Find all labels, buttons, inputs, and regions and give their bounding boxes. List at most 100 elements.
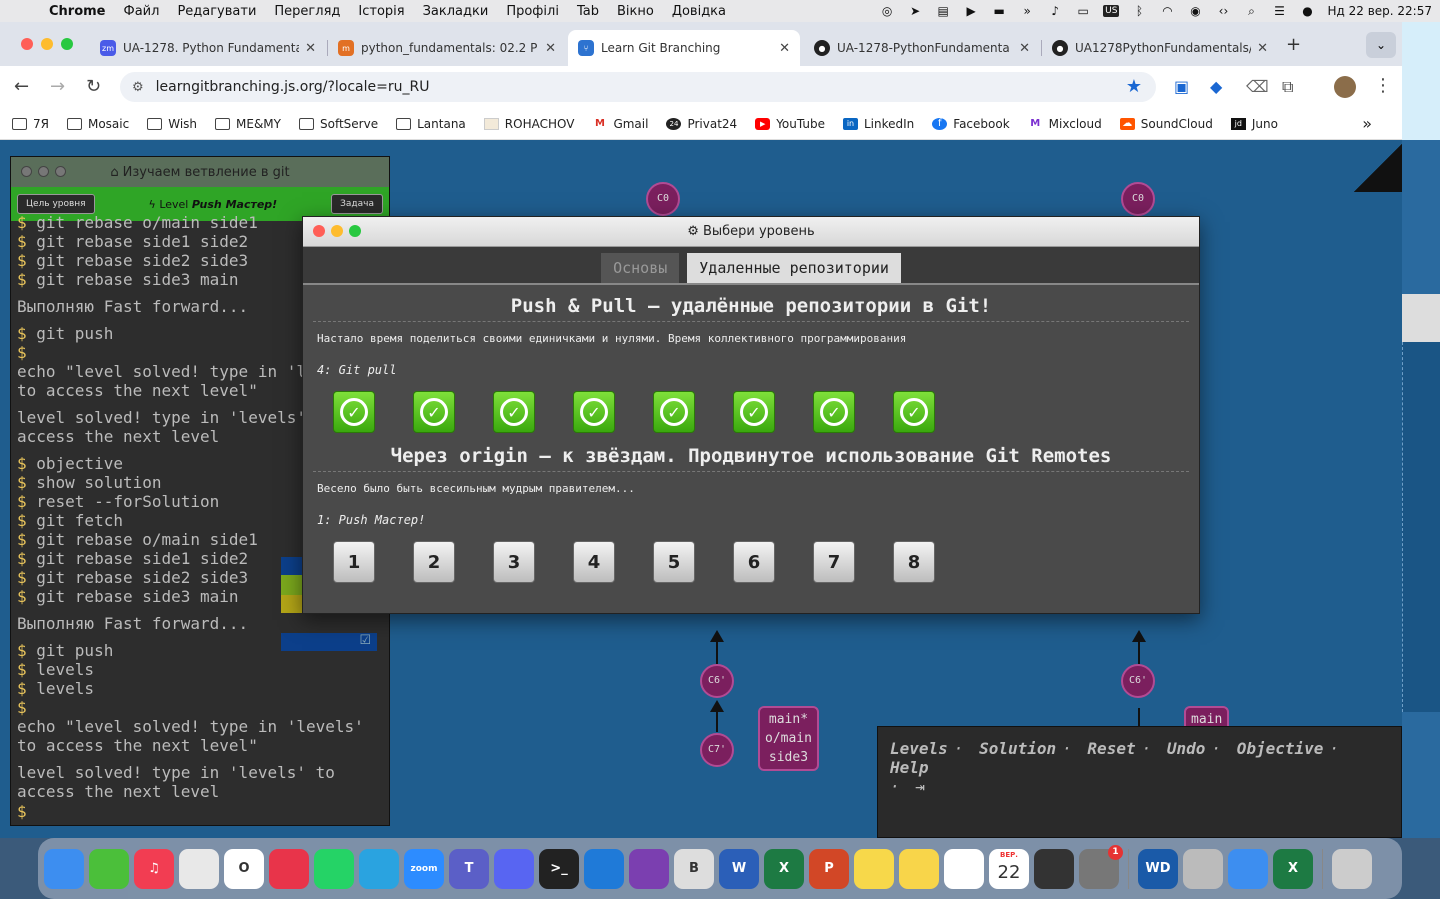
menu-tab[interactable]: Tab	[568, 4, 608, 19]
eraser-extension-icon[interactable]: ⌫	[1246, 77, 1269, 96]
github-corner-ribbon[interactable]	[1354, 144, 1402, 192]
mail-icon[interactable]	[1228, 848, 1268, 889]
tab-github-2[interactable]: ● UA1278PythonFundamentals/ ✕	[1042, 30, 1278, 66]
tab-zoom[interactable]: zm UA-1278. Python Fundamenta ✕	[90, 30, 326, 66]
chrome-icon[interactable]	[179, 848, 219, 889]
translate-extension-icon[interactable]: ▣	[1174, 77, 1189, 96]
bbedit-icon[interactable]: B	[674, 848, 714, 889]
tab-learn-git-branching[interactable]: ⑂ Learn Git Branching ✕	[568, 30, 800, 66]
close-tab-icon[interactable]: ✕	[779, 41, 790, 56]
profile-avatar[interactable]	[1334, 76, 1356, 98]
bookmark-privat24[interactable]: 24 Privat24	[666, 117, 737, 131]
finder-icon[interactable]	[44, 848, 84, 889]
exit-icon[interactable]: ⇥	[915, 777, 925, 796]
bookmark-youtube[interactable]: ▶ YouTube	[755, 117, 825, 131]
modal-close-button[interactable]	[313, 225, 325, 237]
terminal-icon[interactable]: >_	[539, 848, 579, 889]
bookmark-facebook[interactable]: f Facebook	[932, 117, 1010, 131]
discord-icon[interactable]	[494, 848, 534, 889]
bookmark-juno[interactable]: jd Juno	[1230, 117, 1278, 131]
bookmark-rohachov[interactable]: ROHACHOV	[483, 117, 574, 131]
close-window-button[interactable]	[21, 38, 33, 50]
bookmark-linkedin[interactable]: in LinkedIn	[842, 117, 914, 131]
trash-icon[interactable]	[1332, 848, 1372, 889]
bookmark-softserve[interactable]: SoftServe	[299, 117, 378, 131]
close-tab-icon[interactable]: ✕	[305, 41, 316, 56]
forward-icon[interactable]: »	[1019, 4, 1035, 18]
level-completed-button[interactable]: ✓	[493, 391, 535, 433]
reload-icon[interactable]: ↻	[86, 76, 101, 97]
diamond-extension-icon[interactable]: ◆	[1210, 77, 1222, 96]
calculator-icon[interactable]	[1034, 848, 1074, 889]
level-button[interactable]: 3	[493, 541, 535, 583]
stickies-icon[interactable]	[854, 848, 894, 889]
level-completed-button[interactable]: ✓	[573, 391, 615, 433]
wifi-icon[interactable]: ◠	[1159, 4, 1175, 18]
bookmark-mosaic[interactable]: Mosaic	[66, 117, 129, 131]
level-completed-button[interactable]: ✓	[813, 391, 855, 433]
close-tab-icon[interactable]: ✕	[1257, 41, 1268, 56]
level-completed-button[interactable]: ✓	[333, 391, 375, 433]
bookmark-7ya[interactable]: 7Я	[12, 117, 49, 131]
level-completed-button[interactable]: ✓	[733, 391, 775, 433]
close-tab-icon[interactable]: ✕	[1019, 41, 1030, 56]
url-text[interactable]: learngitbranching.js.org/?locale=ru_RU	[156, 79, 430, 95]
bluetooth-icon[interactable]: ᛒ	[1131, 4, 1147, 18]
undo-link[interactable]: Undo	[1167, 739, 1206, 758]
reset-link[interactable]: Reset	[1087, 739, 1135, 758]
modal-minimize-button[interactable]	[331, 225, 343, 237]
bookmarks-overflow-icon[interactable]: »	[1362, 114, 1372, 133]
tab-gitlab[interactable]: m python_fundamentals: 02.2 P ✕	[328, 30, 566, 66]
menu-window[interactable]: Вікно	[608, 4, 663, 19]
play-icon[interactable]: ▶	[963, 4, 979, 18]
terminal-zoom-button[interactable]	[55, 166, 66, 177]
address-bar[interactable]: ⚙ learngitbranching.js.org/?locale=ru_RU…	[120, 72, 1156, 102]
bookmark-meandmy[interactable]: ME&MY	[215, 117, 281, 131]
help-link[interactable]: Help	[890, 758, 929, 777]
new-tab-icon[interactable]: +	[1286, 34, 1301, 55]
level-goal-button[interactable]: Цель уровня	[17, 194, 95, 214]
notes-icon[interactable]	[899, 848, 939, 889]
bookmark-soundcloud[interactable]: ☁ SoundCloud	[1119, 117, 1213, 131]
zoom-window-button[interactable]	[61, 38, 73, 50]
user-icon[interactable]: ◉	[1187, 4, 1203, 18]
system-settings-icon[interactable]: 1	[1079, 844, 1123, 889]
browser-menu-icon[interactable]: ⋮	[1374, 75, 1392, 96]
level-button[interactable]: 8	[893, 541, 935, 583]
calendar-icon[interactable]: 22 ВЕР.	[989, 848, 1029, 889]
menu-app-name[interactable]: Chrome	[40, 4, 115, 19]
remote-desktop-icon[interactable]	[89, 848, 129, 889]
minimize-window-button[interactable]	[41, 38, 53, 50]
tab-github-1[interactable]: ● UA-1278-PythonFundamenta ✕	[804, 30, 1040, 66]
excel-icon[interactable]: X	[764, 848, 804, 889]
menu-bookmarks[interactable]: Закладки	[414, 4, 498, 19]
level-button[interactable]: 5	[653, 541, 695, 583]
back-icon[interactable]: ←	[14, 76, 29, 97]
menu-view[interactable]: Перегляд	[265, 4, 349, 19]
level-button[interactable]: 7	[813, 541, 855, 583]
spotlight-search-icon[interactable]: ⌕	[1243, 4, 1259, 18]
menu-edit[interactable]: Редагувати	[168, 4, 265, 19]
tab-basics[interactable]: Основы	[601, 253, 680, 283]
battery-icon[interactable]: ▭	[1075, 4, 1091, 18]
volume-icon[interactable]: ♪	[1047, 4, 1063, 18]
levels-link[interactable]: Levels	[890, 739, 948, 758]
menu-history[interactable]: Історія	[349, 4, 413, 19]
bookmark-lantana[interactable]: Lantana	[396, 117, 466, 131]
site-settings-icon[interactable]: ⚙	[132, 80, 144, 95]
extensions-puzzle-icon[interactable]: ⧉	[1282, 77, 1293, 97]
code-icon[interactable]: ‹›	[1215, 4, 1231, 18]
modal-zoom-button[interactable]	[349, 225, 361, 237]
excel-file-icon[interactable]: X	[1273, 848, 1313, 889]
siri-icon[interactable]: ●	[1299, 4, 1315, 18]
bookmark-wish[interactable]: Wish	[147, 117, 197, 131]
github-desktop-icon[interactable]	[629, 848, 669, 889]
forward-icon[interactable]: →	[50, 76, 65, 97]
level-button[interactable]: 6	[733, 541, 775, 583]
send-icon[interactable]: ➤	[907, 4, 923, 18]
level-completed-button[interactable]: ✓	[893, 391, 935, 433]
bookmark-gmail[interactable]: M Gmail	[592, 117, 649, 131]
level-button[interactable]: 2	[413, 541, 455, 583]
lips-icon[interactable]	[269, 848, 309, 889]
control-center-icon[interactable]: ☰	[1271, 4, 1287, 18]
